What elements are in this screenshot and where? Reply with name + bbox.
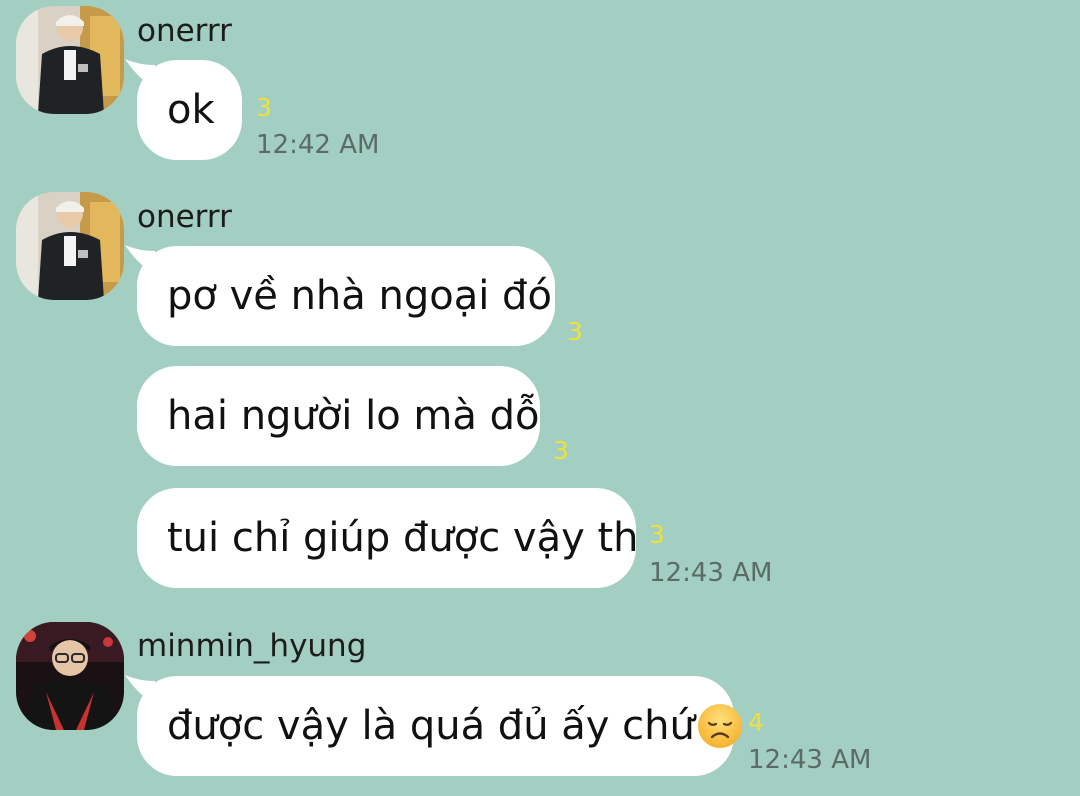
message-text: tui chỉ giúp được vậy th (167, 515, 639, 561)
sender-name: minmin_hyung (137, 628, 367, 664)
bubble-tail (125, 59, 159, 89)
read-count: 3 (567, 317, 583, 346)
message-time: 12:42 AM (256, 130, 380, 160)
message-bubble[interactable]: ok (125, 59, 242, 160)
avatar-minmin-hyung[interactable] (16, 622, 124, 730)
message-bubble[interactable]: pơ về nhà ngoại đó (125, 245, 555, 346)
message-bubble[interactable]: được vậy là quá đủ ấy chứ (125, 675, 742, 776)
sender-name: onerrr (137, 13, 232, 49)
message-bubble[interactable]: hai người lo mà dỗ (137, 366, 540, 466)
message-text: được vậy là quá đủ ấy chứ (167, 703, 695, 749)
disappointed-face-icon (697, 703, 743, 749)
bubble-tail (125, 675, 159, 705)
message-text: ok (167, 87, 215, 133)
sender-name: onerrr (137, 199, 232, 235)
bubble-tail (125, 245, 159, 275)
message-time: 12:43 AM (748, 745, 872, 775)
message-time: 12:43 AM (649, 558, 773, 588)
message-text: hai người lo mà dỗ (167, 393, 540, 439)
message-bubble[interactable]: tui chỉ giúp được vậy th (137, 488, 639, 588)
avatar-onerrr[interactable] (16, 192, 124, 300)
message-text: pơ về nhà ngoại đó (167, 273, 552, 319)
read-count: 3 (649, 520, 665, 549)
read-count: 3 (256, 93, 272, 122)
read-count: 3 (553, 436, 569, 465)
avatar-onerrr[interactable] (16, 6, 124, 114)
read-count: 4 (748, 708, 764, 737)
